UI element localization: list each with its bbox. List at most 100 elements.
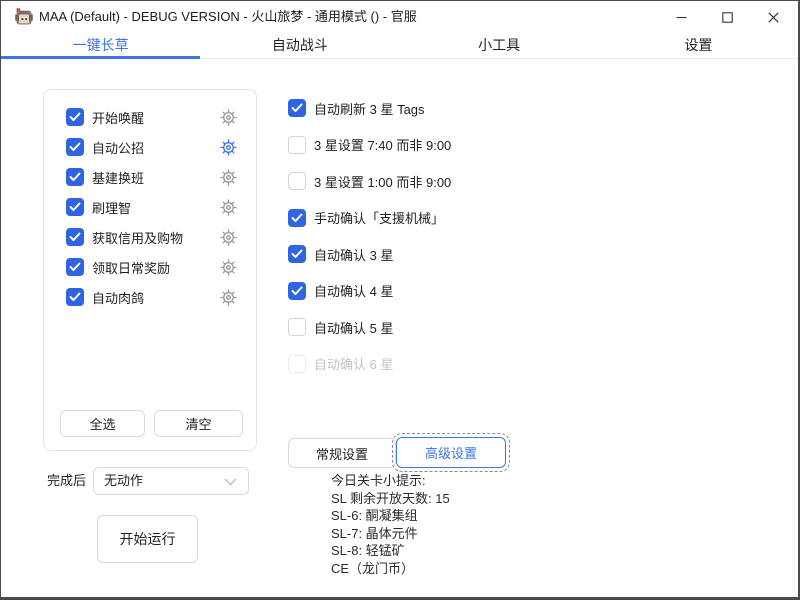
- option-auto-confirm-4star[interactable]: 自动确认 4 星: [288, 282, 451, 300]
- title-bar: MAA (Default) - DEBUG VERSION - 火山旅梦 - 通…: [1, 1, 798, 33]
- tab-settings[interactable]: 设置: [599, 33, 798, 58]
- option-label: 自动确认 3 星: [314, 245, 393, 264]
- task-label: 获取信用及购物: [92, 228, 220, 247]
- advanced-settings-button[interactable]: 高级设置: [396, 437, 506, 468]
- task-label: 领取日常奖励: [92, 258, 220, 277]
- gear-icon-infrastructure[interactable]: [220, 169, 237, 186]
- option-checkbox[interactable]: [288, 209, 306, 227]
- normal-settings-button[interactable]: 常规设置: [288, 438, 396, 468]
- start-run-button[interactable]: 开始运行: [97, 515, 198, 563]
- checkmark-icon: [69, 232, 81, 242]
- app-logo-icon: [14, 7, 34, 27]
- option-checkbox[interactable]: [288, 99, 306, 117]
- tip-line: 今日关卡小提示:: [331, 472, 450, 490]
- tip-line: SL-8: 轻锰矿: [331, 542, 450, 560]
- tab-farming[interactable]: 一键长草: [1, 33, 200, 58]
- window-controls: [658, 1, 796, 33]
- task-item-daily-rewards[interactable]: 领取日常奖励: [44, 252, 256, 282]
- app-window: MAA (Default) - DEBUG VERSION - 火山旅梦 - 通…: [0, 0, 800, 600]
- option-auto-confirm-5star[interactable]: 自动确认 5 星: [288, 318, 451, 336]
- tip-line: CE（龙门币）: [331, 560, 450, 578]
- task-item-auto-recruit[interactable]: 自动公招: [44, 132, 256, 162]
- after-completion-value: 无动作: [104, 468, 143, 494]
- option-label: 3 星设置 1:00 而非 9:00: [314, 172, 451, 191]
- task-checkbox[interactable]: [66, 198, 84, 216]
- option-checkbox[interactable]: [288, 136, 306, 154]
- select-all-button[interactable]: 全选: [60, 410, 145, 437]
- option-label: 自动确认 6 星: [314, 354, 393, 373]
- option-auto-confirm-3star[interactable]: 自动确认 3 星: [288, 245, 451, 263]
- checkmark-icon: [69, 142, 81, 152]
- tab-label: 小工具: [478, 37, 520, 53]
- task-panel: 开始唤醒 自动公招: [43, 89, 257, 451]
- task-item-sanity-farming[interactable]: 刷理智: [44, 192, 256, 222]
- maximize-button[interactable]: [704, 1, 750, 33]
- task-checkbox[interactable]: [66, 168, 84, 186]
- checkmark-icon: [291, 213, 303, 223]
- task-checkbox[interactable]: [66, 108, 84, 126]
- after-completion-label: 完成后: [47, 467, 86, 495]
- task-checkbox[interactable]: [66, 228, 84, 246]
- checkmark-icon: [69, 262, 81, 272]
- tab-tools[interactable]: 小工具: [400, 33, 599, 58]
- chevron-down-icon: [224, 478, 237, 486]
- option-label: 手动确认「支援机械」: [314, 208, 444, 227]
- gear-icon-auto-recruit[interactable]: [220, 139, 237, 156]
- checkmark-icon: [69, 202, 81, 212]
- task-item-infrastructure[interactable]: 基建换班: [44, 162, 256, 192]
- option-checkbox[interactable]: [288, 318, 306, 336]
- option-manual-confirm-support-machine[interactable]: 手动确认「支援机械」: [288, 209, 451, 227]
- maximize-icon: [722, 12, 733, 23]
- option-3star-time-100[interactable]: 3 星设置 1:00 而非 9:00: [288, 172, 451, 190]
- checkmark-icon: [291, 249, 303, 259]
- stage-tips: 今日关卡小提示:SL 剩余开放天数: 15SL-6: 酮凝集组SL-7: 晶体元…: [331, 472, 450, 578]
- recruit-options: 自动刷新 3 星 Tags 3 星设置 7:40 而非 9:00 3 星设置 1…: [288, 99, 451, 373]
- option-label: 3 星设置 7:40 而非 9:00: [314, 135, 451, 154]
- window-title: MAA (Default) - DEBUG VERSION - 火山旅梦 - 通…: [39, 1, 417, 33]
- checkmark-icon: [69, 112, 81, 122]
- tab-label: 自动战斗: [272, 37, 328, 53]
- option-3star-time-740[interactable]: 3 星设置 7:40 而非 9:00: [288, 136, 451, 154]
- after-completion-select[interactable]: 无动作: [93, 467, 249, 495]
- task-item-credit-shopping[interactable]: 获取信用及购物: [44, 222, 256, 252]
- task-item-roguelike[interactable]: 自动肉鸽: [44, 282, 256, 312]
- gear-icon-credit-shopping[interactable]: [220, 229, 237, 246]
- option-checkbox[interactable]: [288, 355, 306, 373]
- option-auto-confirm-6star[interactable]: 自动确认 6 星: [288, 355, 451, 373]
- checkmark-icon: [69, 292, 81, 302]
- checkmark-icon: [291, 103, 303, 113]
- task-checkbox[interactable]: [66, 138, 84, 156]
- gear-icon-wake-up[interactable]: [220, 109, 237, 126]
- minimize-button[interactable]: [658, 1, 704, 33]
- option-auto-refresh-3star-tags[interactable]: 自动刷新 3 星 Tags: [288, 99, 451, 117]
- tab-copilot[interactable]: 自动战斗: [200, 33, 399, 58]
- task-label: 开始唤醒: [92, 108, 220, 127]
- task-checkbox[interactable]: [66, 258, 84, 276]
- gear-icon-roguelike[interactable]: [220, 289, 237, 306]
- tab-label: 一键长草: [73, 37, 129, 53]
- tab-bar: 一键长草 自动战斗 小工具 设置: [1, 33, 798, 59]
- tab-label: 设置: [684, 37, 712, 53]
- option-checkbox[interactable]: [288, 282, 306, 300]
- task-label: 刷理智: [92, 198, 220, 217]
- minimize-icon: [676, 12, 687, 23]
- tip-line: SL 剩余开放天数: 15: [331, 490, 450, 508]
- gear-icon-sanity-farming[interactable]: [220, 199, 237, 216]
- task-checkbox[interactable]: [66, 288, 84, 306]
- option-label: 自动确认 4 星: [314, 281, 393, 300]
- clear-button[interactable]: 清空: [154, 410, 243, 437]
- task-label: 自动肉鸽: [92, 288, 220, 307]
- task-label: 基建换班: [92, 168, 220, 187]
- gear-icon-daily-rewards[interactable]: [220, 259, 237, 276]
- close-button[interactable]: [750, 1, 796, 33]
- option-checkbox[interactable]: [288, 245, 306, 263]
- option-checkbox[interactable]: [288, 172, 306, 190]
- task-label: 自动公招: [92, 138, 220, 157]
- tip-line: SL-6: 酮凝集组: [331, 507, 450, 525]
- task-item-wake-up[interactable]: 开始唤醒: [44, 102, 256, 132]
- checkmark-icon: [291, 286, 303, 296]
- tip-line: SL-7: 晶体元件: [331, 525, 450, 543]
- close-icon: [768, 12, 779, 23]
- option-label: 自动确认 5 星: [314, 318, 393, 337]
- task-list: 开始唤醒 自动公招: [44, 102, 256, 312]
